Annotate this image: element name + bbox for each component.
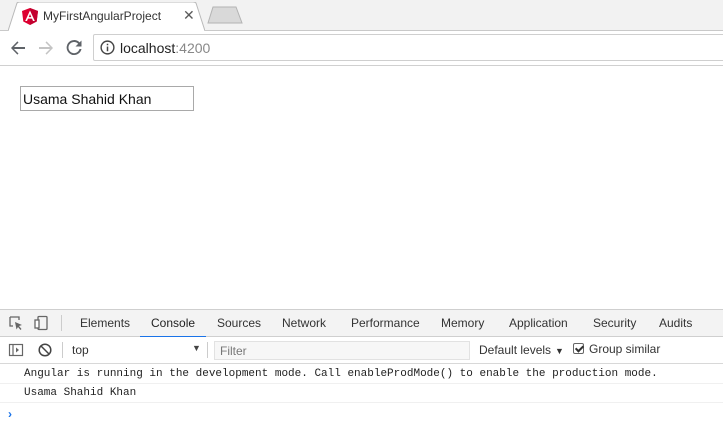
inspect-element-icon[interactable]	[8, 315, 24, 331]
back-button[interactable]	[7, 37, 29, 59]
dropdown-caret-icon: ▼	[555, 346, 564, 356]
toolbar-divider	[207, 342, 208, 358]
angular-logo-icon	[22, 8, 38, 25]
tab-strip: MyFirstAngularProject ✕	[0, 0, 723, 32]
tab-console[interactable]: Console	[139, 310, 207, 338]
page-viewport	[0, 67, 723, 309]
info-icon[interactable]	[100, 40, 115, 55]
log-levels-dropdown[interactable]: Default levels ▼	[479, 343, 564, 357]
forward-button[interactable]	[35, 37, 57, 59]
console-message: Angular is running in the development mo…	[0, 365, 723, 384]
name-input[interactable]	[20, 86, 194, 111]
devtools-panel: Elements Console Sources Network Perform…	[0, 309, 723, 435]
arrow-right-icon	[39, 41, 53, 55]
console-filter-input[interactable]	[214, 341, 470, 360]
device-toolbar-icon[interactable]	[34, 315, 50, 331]
tab-application[interactable]: Application	[509, 310, 568, 337]
tab-security[interactable]: Security	[593, 310, 636, 337]
toolbar-divider	[61, 315, 62, 331]
console-toolbar: top ▼ Default levels▼ Group similar	[0, 337, 723, 364]
tab-sources[interactable]: Sources	[217, 310, 261, 337]
dropdown-caret-icon: ▼	[192, 343, 201, 353]
tab-elements[interactable]: Elements	[80, 310, 130, 337]
url-port: :4200	[175, 40, 211, 56]
arrow-left-icon	[11, 41, 25, 55]
context-value: top	[72, 343, 89, 357]
console-message: Usama Shahid Khan	[0, 384, 723, 403]
browser-toolbar: localhost:4200	[0, 31, 723, 66]
log-levels-label: Default levels	[479, 343, 552, 357]
tab-close-icon[interactable]: ✕	[183, 7, 195, 24]
console-messages: Angular is running in the development mo…	[0, 365, 723, 403]
reload-icon	[66, 40, 82, 56]
reload-button[interactable]	[63, 37, 85, 59]
tab-performance[interactable]: Performance	[351, 310, 420, 337]
url-text: localhost:4200	[120, 40, 210, 56]
tab-audits[interactable]: Audits	[659, 310, 692, 337]
context-selector[interactable]: top ▼	[72, 343, 202, 357]
group-similar-toggle[interactable]: Group similar	[573, 342, 660, 356]
tab-memory[interactable]: Memory	[441, 310, 484, 337]
console-prompt-icon[interactable]: ›	[8, 407, 12, 421]
group-similar-label: Group similar	[589, 342, 661, 356]
browser-tab-active[interactable]: MyFirstAngularProject ✕	[8, 2, 205, 32]
devtools-tab-bar: Elements Console Sources Network Perform…	[0, 310, 723, 338]
tab-title: MyFirstAngularProject	[43, 9, 162, 23]
clear-console-icon[interactable]	[37, 342, 53, 358]
toolbar-divider	[62, 342, 63, 358]
url-host: localhost	[120, 40, 176, 56]
console-sidebar-icon[interactable]	[8, 342, 24, 358]
checkbox-checked-icon[interactable]	[573, 343, 584, 354]
tab-network[interactable]: Network	[282, 310, 326, 337]
address-bar[interactable]: localhost:4200	[93, 34, 723, 61]
new-tab-button[interactable]	[207, 6, 243, 24]
